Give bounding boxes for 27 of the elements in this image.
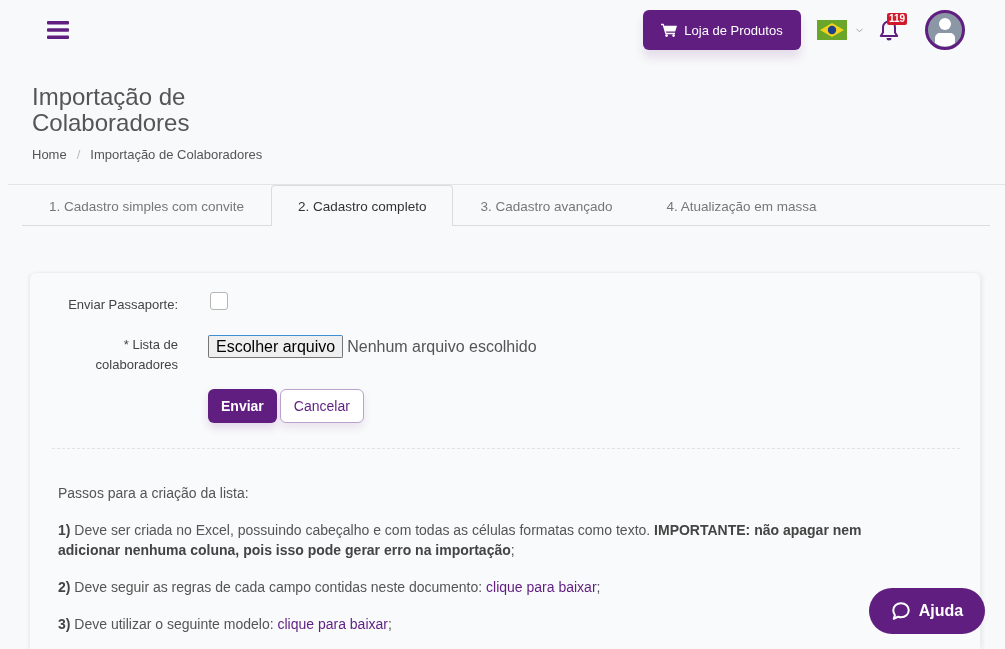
checkbox[interactable] [210, 292, 228, 310]
store-button[interactable]: Loja de Produtos [643, 10, 801, 50]
cart-icon [661, 23, 678, 37]
tab[interactable]: 2. Cadastro completo [271, 185, 454, 226]
notification-badge: 119 [887, 13, 908, 25]
field-label: Enviar Passaporte: [67, 296, 178, 314]
submit-button[interactable]: Enviar [208, 389, 277, 423]
instructions-intro: Passos para a criação da lista: [58, 484, 250, 503]
chat-bubble-icon [890, 601, 911, 621]
choose-file-button[interactable]: Escolher arquivo [208, 335, 344, 358]
menu-icon[interactable] [47, 21, 69, 39]
breadcrumb-separator: / [76, 146, 81, 164]
tab[interactable]: 1. Cadastro simples com convite [22, 185, 272, 226]
field-label: * Lista de colaboradores [94, 336, 178, 374]
tab[interactable]: 4. Atualização em massa [639, 185, 844, 226]
page-title: Importação de Colaboradores [32, 84, 191, 136]
tab[interactable]: 3. Cadastro avançado [453, 185, 640, 226]
file-status-text: Nenhum arquivo escolhido [347, 337, 537, 356]
download-link[interactable]: clique para baixar [277, 616, 388, 632]
avatar-icon[interactable] [925, 10, 965, 50]
help-button[interactable]: Ajuda [869, 588, 985, 634]
cancel-button[interactable]: Cancelar [279, 389, 364, 423]
breadcrumb-link[interactable]: Importação de Colaboradores [90, 146, 263, 164]
instruction-step: 1) Deve ser criada no Excel, possuindo cabeçalho e com todas as células formatas como texto. IMPORTANTE: não apagar nem adicionar nenhuma coluna, pois isso pode gerar erro na importação; [58, 520, 918, 560]
breadcrumb-link[interactable]: Home [32, 146, 67, 164]
flag-icon[interactable] [817, 20, 847, 40]
download-link[interactable]: clique para baixar [486, 579, 597, 595]
